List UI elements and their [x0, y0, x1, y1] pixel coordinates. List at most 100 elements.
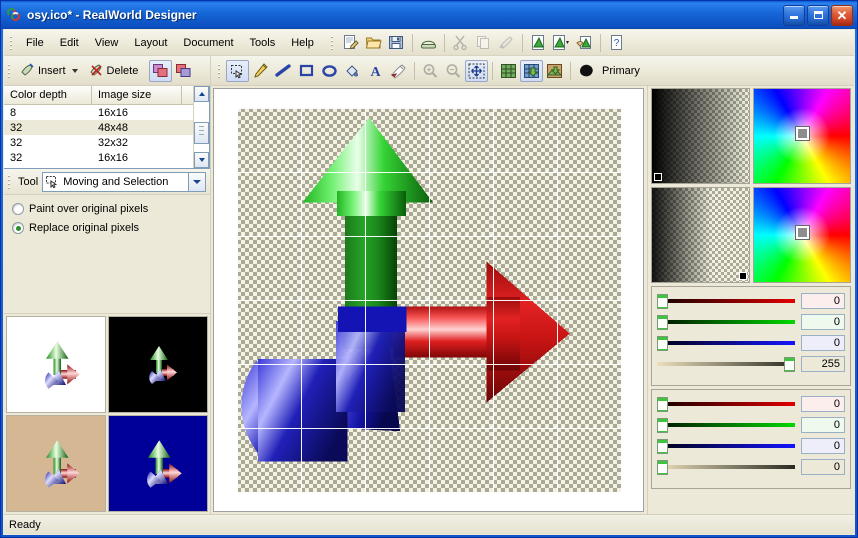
slider2-blue-thumb[interactable]: [657, 439, 668, 454]
document-green-dropdown-icon[interactable]: [550, 32, 573, 54]
secondary-hue-pane[interactable]: [752, 187, 851, 283]
menu-tools[interactable]: Tools: [242, 34, 284, 52]
scrollbar-thumb[interactable]: [194, 122, 209, 144]
menu-help[interactable]: Help: [283, 34, 322, 52]
open-folder-icon[interactable]: [362, 32, 385, 54]
slider-red-thumb[interactable]: [657, 294, 668, 309]
value2-alpha[interactable]: 0: [801, 459, 845, 475]
option-paint-over[interactable]: Paint over original pixels: [12, 203, 210, 215]
slider-alpha-track[interactable]: [657, 357, 795, 372]
layer-toolbar-grip[interactable]: [7, 61, 13, 80]
value-alpha[interactable]: 255: [801, 356, 845, 372]
toolbar-grip[interactable]: [329, 33, 336, 52]
rectangle-icon[interactable]: [295, 60, 318, 82]
select-rectangle-icon[interactable]: [226, 59, 249, 82]
slider2-red[interactable]: 0: [657, 396, 845, 412]
table-row[interactable]: 8 16x16: [4, 105, 193, 120]
slider2-alpha[interactable]: 0: [657, 459, 845, 475]
pencil-icon[interactable]: [249, 60, 272, 82]
slider-red-track[interactable]: [657, 294, 795, 309]
menu-edit[interactable]: Edit: [52, 34, 87, 52]
slider-red[interactable]: 0: [657, 293, 845, 309]
preview-tan[interactable]: [6, 415, 106, 512]
preview-blue[interactable]: [108, 415, 208, 512]
slider2-green-thumb[interactable]: [657, 418, 668, 433]
cut-scissors-icon[interactable]: [449, 32, 472, 54]
primary-alpha-marker[interactable]: [654, 173, 662, 181]
secondary-alpha-pane[interactable]: [651, 187, 750, 283]
chevron-down-icon[interactable]: [188, 172, 205, 191]
value2-red[interactable]: 0: [801, 396, 845, 412]
copy-pages-icon[interactable]: [472, 32, 495, 54]
value-red[interactable]: 0: [801, 293, 845, 309]
close-button[interactable]: ✕: [831, 4, 853, 26]
slider-blue-track[interactable]: [657, 336, 795, 351]
column-header-color-depth[interactable]: Color depth: [4, 86, 92, 104]
table-row[interactable]: 32 16x16: [4, 150, 193, 165]
slider2-red-track[interactable]: [657, 397, 795, 412]
scanner-icon[interactable]: [417, 32, 440, 54]
grid-icon[interactable]: [497, 60, 520, 82]
help-question-icon[interactable]: ?: [605, 32, 628, 54]
slider2-green-track[interactable]: [657, 418, 795, 433]
secondary-hue-marker[interactable]: [795, 225, 809, 239]
slider-green[interactable]: 0: [657, 314, 845, 330]
slider2-alpha-thumb[interactable]: [657, 460, 668, 475]
line-icon[interactable]: [272, 60, 295, 82]
canvas-frame[interactable]: [213, 88, 644, 512]
value-green[interactable]: 0: [801, 314, 845, 330]
menu-view[interactable]: View: [87, 34, 127, 52]
slider2-green[interactable]: 0: [657, 417, 845, 433]
image-list[interactable]: Color depth Image size 8 16x16 32 48x48: [4, 86, 210, 169]
value2-blue[interactable]: 0: [801, 438, 845, 454]
secondary-alpha-marker[interactable]: [738, 272, 747, 280]
chevron-down-icon[interactable]: [71, 68, 78, 73]
menu-document[interactable]: Document: [175, 34, 241, 52]
slider2-blue[interactable]: 0: [657, 438, 845, 454]
chevron-down-icon[interactable]: [194, 152, 209, 168]
slider-blue-thumb[interactable]: [657, 336, 668, 351]
delete-button[interactable]: Delete: [85, 60, 146, 81]
image-list-scrollbar[interactable]: [193, 86, 209, 168]
layers-overlap-icon[interactable]: [149, 59, 173, 82]
move-canvas-icon[interactable]: [465, 59, 488, 82]
paste-brush-icon[interactable]: [495, 32, 518, 54]
scrollbar-track[interactable]: [194, 102, 209, 152]
insert-button[interactable]: Insert: [16, 60, 85, 81]
slider2-alpha-track[interactable]: [657, 460, 795, 475]
edit-canvas[interactable]: [236, 108, 621, 492]
menu-file[interactable]: File: [18, 34, 52, 52]
primary-hue-marker[interactable]: [795, 126, 809, 140]
slider2-blue-track[interactable]: [657, 439, 795, 454]
slider-green-thumb[interactable]: [657, 315, 668, 330]
primary-alpha-pane[interactable]: [651, 88, 750, 184]
value2-green[interactable]: 0: [801, 417, 845, 433]
slider-blue[interactable]: 0: [657, 335, 845, 351]
primary-hue-pane[interactable]: [752, 88, 851, 184]
slider-alpha-thumb[interactable]: [784, 357, 795, 372]
column-header-image-size[interactable]: Image size: [92, 86, 182, 104]
preview-black[interactable]: [108, 316, 208, 413]
menu-layout[interactable]: Layout: [126, 34, 175, 52]
table-row[interactable]: 32 48x48: [4, 120, 193, 135]
eraser-icon[interactable]: [387, 60, 410, 82]
tool-panel-grip[interactable]: [7, 172, 13, 191]
menu-grip[interactable]: [9, 33, 15, 52]
hand-document-icon[interactable]: [573, 32, 596, 54]
radio-paint-over[interactable]: [12, 203, 24, 215]
minimize-button[interactable]: [783, 4, 805, 26]
save-floppy-icon[interactable]: [385, 32, 408, 54]
value-blue[interactable]: 0: [801, 335, 845, 351]
radio-replace[interactable]: [12, 222, 24, 234]
ellipse-icon[interactable]: [318, 60, 341, 82]
preview-white[interactable]: [6, 316, 106, 413]
layer-image-icon[interactable]: [543, 60, 566, 82]
grid-layer-icon[interactable]: [520, 59, 543, 82]
draw-toolbar-grip[interactable]: [217, 61, 223, 80]
zoom-in-icon[interactable]: [419, 60, 442, 82]
option-replace[interactable]: Replace original pixels: [12, 222, 210, 234]
layers-single-icon[interactable]: [172, 60, 195, 82]
text-icon[interactable]: A: [364, 60, 387, 82]
table-row[interactable]: 32 32x32: [4, 135, 193, 150]
slider-alpha[interactable]: 255: [657, 356, 845, 372]
